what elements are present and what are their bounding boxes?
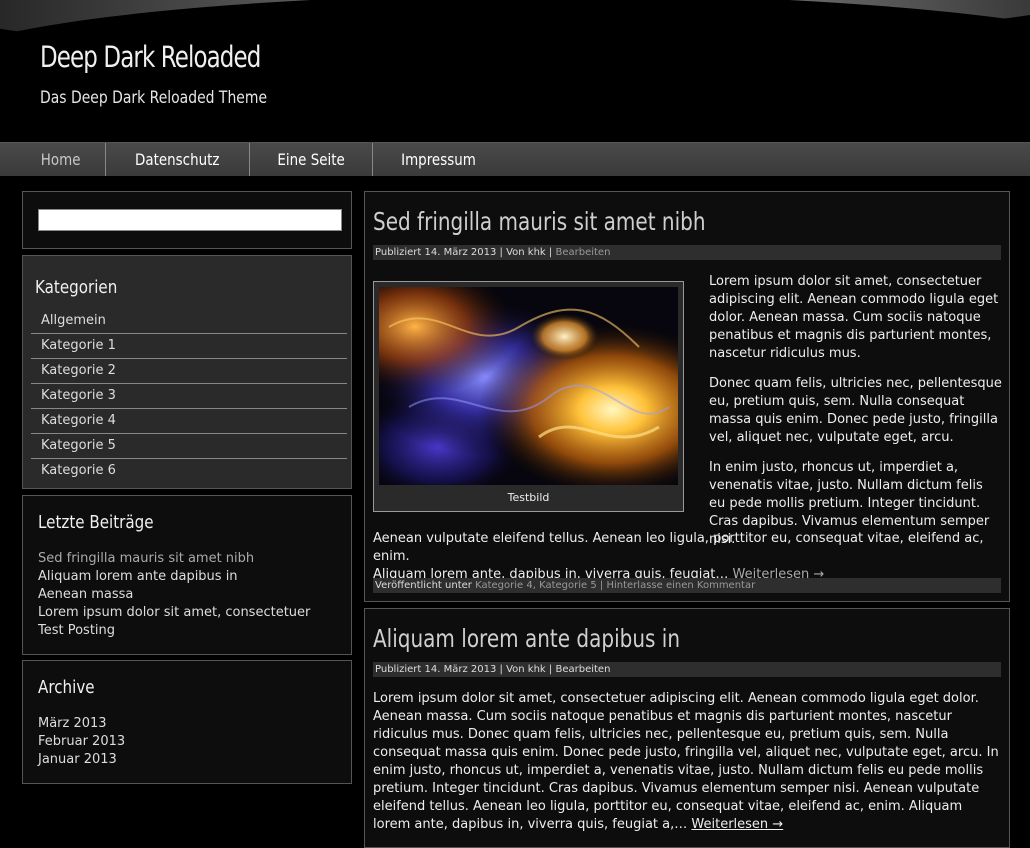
category-link[interactable]: Kategorie 4: [475, 580, 533, 591]
recent-post-link[interactable]: Aliquam lorem ante dapibus in: [38, 568, 310, 586]
categories-list: Allgemein Kategorie 1 Kategorie 2 Katego…: [31, 309, 347, 483]
meta-separator: |: [499, 247, 503, 258]
recent-post-link[interactable]: Sed fringilla mauris sit amet nibh: [38, 550, 310, 568]
edit-link[interactable]: Bearbeiten: [555, 664, 610, 675]
post-meta: Publiziert 14. März 2013 | Von khk | Bea…: [373, 662, 1001, 677]
post-footer-meta: Veröffentlicht unter Kategorie 4, Katego…: [373, 578, 1001, 593]
post-title[interactable]: Aliquam lorem ante dapibus in: [373, 624, 680, 653]
categories-widget: Kategorien Allgemein Kategorie 1 Kategor…: [22, 255, 352, 489]
site-header: Deep Dark Reloaded Das Deep Dark Reloade…: [0, 0, 1030, 142]
nav-item-home[interactable]: Home: [0, 143, 107, 176]
author-link[interactable]: khk: [528, 247, 546, 258]
author-label: Von: [506, 247, 525, 258]
post-image[interactable]: [379, 287, 678, 485]
recent-posts-list: Sed fringilla mauris sit amet nibh Aliqu…: [38, 550, 310, 640]
nav-item-datenschutz[interactable]: Datenschutz: [106, 143, 250, 176]
categories-heading: Kategorien: [35, 277, 118, 298]
archive-link[interactable]: März 2013: [38, 715, 125, 733]
nav-item-label: Home: [40, 150, 81, 169]
recent-post-link[interactable]: Aenean massa: [38, 586, 310, 604]
meta-separator: |: [599, 580, 604, 591]
published-label: Publiziert: [375, 664, 422, 675]
leave-comment-link[interactable]: Hinterlasse einen Kommentar: [606, 580, 755, 591]
post-meta: Publiziert 14. März 2013 | Von khk | Bea…: [373, 245, 1001, 260]
archive-list: März 2013 Februar 2013 Januar 2013: [38, 715, 125, 769]
meta-separator: |: [499, 664, 503, 675]
post-title[interactable]: Sed fringilla mauris sit amet nibh: [373, 207, 706, 236]
author-link[interactable]: khk: [528, 664, 546, 675]
category-link[interactable]: Kategorie 5: [31, 434, 347, 459]
meta-separator: |: [548, 664, 553, 675]
post-article: Sed fringilla mauris sit amet nibh Publi…: [364, 191, 1010, 602]
archive-link[interactable]: Februar 2013: [38, 733, 125, 751]
site-description: Das Deep Dark Reloaded Theme: [40, 88, 268, 108]
post-date-link[interactable]: 14. März 2013: [425, 664, 497, 675]
category-link[interactable]: Kategorie 2: [31, 359, 347, 384]
post-date-link[interactable]: 14. März 2013: [425, 247, 497, 258]
nav-item-label: Impressum: [401, 150, 476, 169]
category-link[interactable]: Allgemein: [31, 309, 347, 334]
post-body: Lorem ipsum dolor sit amet, consectetuer…: [373, 691, 999, 832]
category-link[interactable]: Kategorie 4: [31, 409, 347, 434]
archive-link[interactable]: Januar 2013: [38, 751, 125, 769]
published-label: Publiziert: [375, 247, 422, 258]
meta-separator: |: [548, 247, 553, 258]
post-excerpt-right: Lorem ipsum dolor sit amet, consectetuer…: [709, 273, 1003, 549]
meta-comma: ,: [532, 580, 536, 591]
nav-item-eine-seite[interactable]: Eine Seite: [250, 143, 373, 176]
post-paragraph: Lorem ipsum dolor sit amet, consectetuer…: [709, 274, 999, 361]
post-paragraph: Aenean vulputate eleifend tellus. Aenean…: [373, 531, 984, 564]
post-paragraph: Donec quam felis, ultricies nec, pellent…: [709, 376, 1002, 445]
category-link[interactable]: Kategorie 3: [31, 384, 347, 409]
site-title[interactable]: Deep Dark Reloaded: [40, 40, 261, 74]
abstract-smoke-image: [379, 287, 678, 485]
recent-posts-widget: Letzte Beiträge Sed fringilla mauris sit…: [22, 495, 352, 655]
post-article: Aliquam lorem ante dapibus in Publiziert…: [364, 608, 1010, 848]
edit-link[interactable]: Bearbeiten: [555, 247, 610, 258]
archive-heading: Archive: [38, 677, 95, 698]
image-caption: Testbild: [507, 491, 550, 504]
archive-widget: Archive März 2013 Februar 2013 Januar 20…: [22, 660, 352, 784]
search-input[interactable]: [38, 209, 342, 231]
nav-item-label: Datenschutz: [135, 150, 220, 169]
post-excerpt-bottom: Aenean vulputate eleifend tellus. Aenean…: [373, 530, 1003, 584]
author-label: Von: [506, 664, 525, 675]
categories-label: Veröffentlicht unter: [375, 580, 472, 591]
recent-post-link[interactable]: Test Posting: [38, 622, 310, 640]
category-link[interactable]: Kategorie 5: [539, 580, 597, 591]
recent-posts-heading: Letzte Beiträge: [38, 512, 154, 533]
nav-item-impressum[interactable]: Impressum: [373, 143, 504, 176]
recent-post-link[interactable]: Lorem ipsum dolor sit amet, consectetuer: [38, 604, 310, 622]
category-link[interactable]: Kategorie 6: [31, 459, 347, 483]
post-excerpt: Lorem ipsum dolor sit amet, consectetuer…: [373, 690, 1003, 834]
main-navigation: Home Datenschutz Eine Seite Impressum: [0, 142, 1030, 176]
search-widget: [22, 191, 352, 249]
post-figure: Testbild: [373, 281, 684, 512]
category-link[interactable]: Kategorie 1: [31, 334, 347, 359]
nav-item-label: Eine Seite: [277, 150, 345, 169]
